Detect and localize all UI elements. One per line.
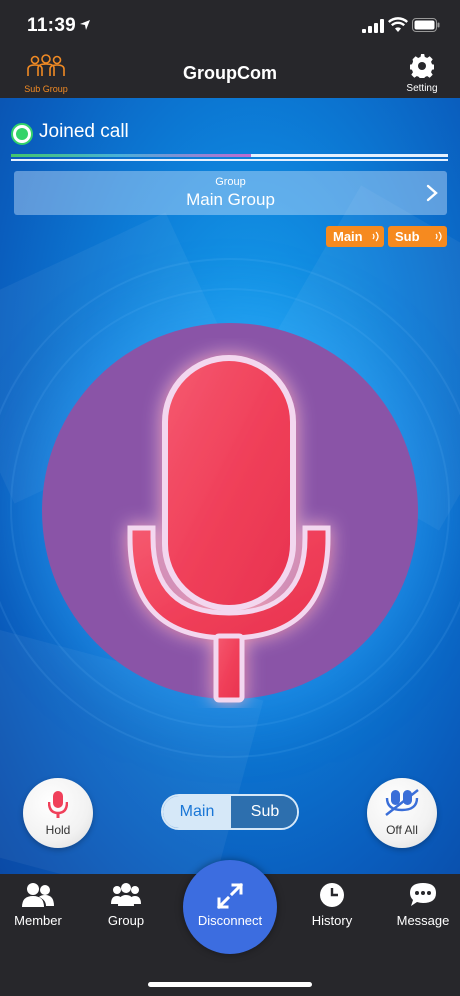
channel-segment: Main Sub	[161, 794, 299, 830]
setting-label: Setting	[406, 83, 438, 94]
tab-group-label: Group	[107, 913, 145, 928]
location-arrow-icon	[80, 20, 90, 30]
microphone-icon	[127, 355, 331, 703]
tab-group[interactable]: Group	[96, 882, 156, 928]
tab-message-label: Message	[396, 913, 450, 928]
group-name: Main Group	[186, 190, 275, 209]
sound-wave-icon	[372, 231, 379, 242]
top-bar: 11:39 Sub Group GroupCom Setting	[0, 0, 460, 98]
sound-wave-icon	[435, 231, 442, 242]
wifi-icon	[388, 17, 408, 32]
member-icon	[22, 883, 54, 907]
chevron-right-icon	[426, 184, 438, 202]
tab-message[interactable]: Message	[393, 882, 453, 928]
level-fill	[11, 154, 252, 157]
disconnect-button[interactable]: Disconnect	[183, 860, 277, 954]
sub-group-label: Sub Group	[24, 84, 68, 94]
segment-main[interactable]: Main	[163, 796, 231, 828]
group-caption: Group	[215, 176, 246, 188]
audio-level-meter	[11, 154, 448, 162]
chat-bubble-icon	[410, 883, 436, 906]
status-bar: 11:39	[0, 0, 460, 50]
call-status-text: Joined call	[39, 121, 129, 142]
home-indicator	[148, 982, 312, 987]
tab-history[interactable]: History	[302, 882, 362, 928]
tab-member[interactable]: Member	[8, 882, 68, 928]
call-panel: Joined call Group Main Group Main Sub Ho…	[0, 98, 460, 874]
hold-button[interactable]: Hold	[23, 778, 93, 848]
sub-pill-label: Sub	[395, 229, 420, 244]
main-audio-pill[interactable]: Main	[326, 226, 384, 247]
setting-button[interactable]: Setting	[398, 54, 446, 94]
tab-history-label: History	[311, 913, 353, 928]
gear-icon	[409, 54, 435, 80]
hold-mic-icon	[47, 791, 69, 818]
status-time: 11:39	[27, 15, 77, 36]
level-track-secondary	[11, 159, 448, 161]
group-icon	[111, 883, 141, 906]
expand-arrows-icon	[216, 882, 244, 910]
segment-sub[interactable]: Sub	[231, 796, 297, 828]
app-title: GroupCom	[183, 63, 277, 83]
signal-icon	[362, 19, 384, 33]
tab-member-label: Member	[14, 913, 62, 928]
hold-label: Hold	[45, 823, 71, 837]
battery-icon	[412, 18, 440, 32]
disconnect-label: Disconnect	[197, 913, 263, 928]
off-all-button[interactable]: Off All	[367, 778, 437, 848]
status-indicator-icon	[11, 123, 33, 145]
main-pill-label: Main	[333, 229, 363, 244]
level-track	[11, 154, 448, 157]
muted-mic-icon	[385, 789, 419, 816]
off-all-label: Off All	[386, 823, 418, 837]
sub-audio-pill[interactable]: Sub	[388, 226, 447, 247]
group-selector[interactable]: Group Main Group	[14, 171, 447, 215]
nav-bar: Sub Group GroupCom Setting	[0, 50, 460, 98]
clock-icon	[320, 883, 344, 907]
